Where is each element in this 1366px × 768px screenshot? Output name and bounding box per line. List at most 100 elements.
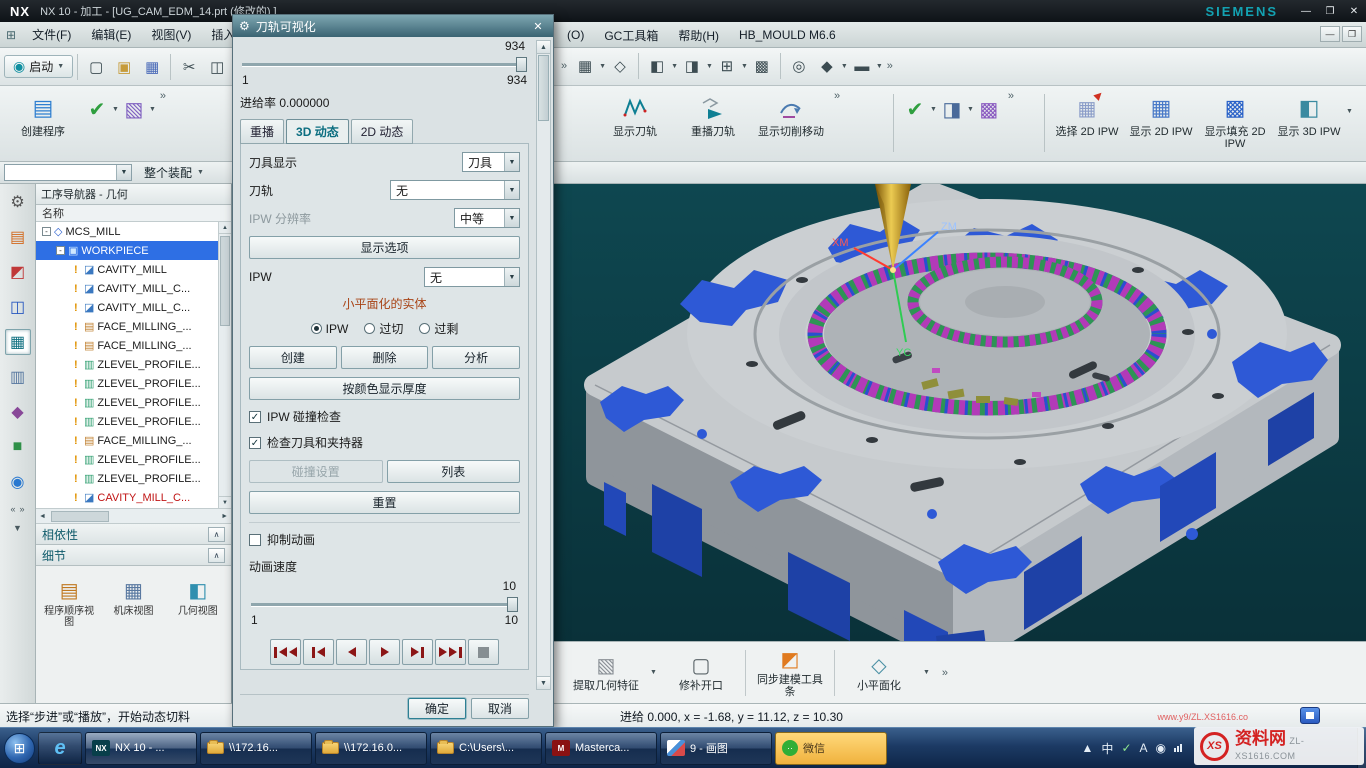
- radio-ipw[interactable]: IPW: [311, 320, 349, 337]
- close-icon[interactable]: ✕: [1342, 3, 1366, 19]
- internet-explorer-button[interactable]: e: [38, 732, 82, 765]
- verify-toolpath-icon[interactable]: ▧: [119, 94, 149, 124]
- scroll-down-icon[interactable]: ▼: [537, 676, 550, 689]
- selection-filter-input[interactable]: ▼: [4, 164, 132, 181]
- dialog-scrollbar[interactable]: ▲ ▼: [536, 40, 551, 690]
- ruler-icon[interactable]: ▬: [849, 53, 875, 79]
- show-cut-moves-button[interactable]: 显示切削移动: [752, 90, 830, 138]
- play-forward-button[interactable]: [369, 639, 400, 665]
- tree-row-operation[interactable]: ! ▤ FACE_MILLING_...: [36, 317, 218, 336]
- create-button[interactable]: 创建: [249, 346, 337, 369]
- thickness-by-color-button[interactable]: 按颜色显示厚度: [249, 377, 520, 400]
- menu-window[interactable]: (O): [557, 22, 594, 48]
- tree-row-operation[interactable]: ! ◪ CAVITY_MILL: [36, 260, 218, 279]
- extract-geometry-button[interactable]: ▧ 提取几何特征: [570, 653, 642, 692]
- window-layout-icon[interactable]: ⊞: [714, 53, 740, 79]
- scroll-left-icon[interactable]: ◄: [36, 513, 49, 520]
- menu-edit[interactable]: 编辑(E): [81, 22, 141, 47]
- list-button[interactable]: 列表: [387, 460, 521, 483]
- tree-row-mcs-mill[interactable]: - ◇ MCS_MILL: [36, 222, 218, 241]
- measure-icon[interactable]: ◎: [786, 53, 812, 79]
- machine-tool-navigator-icon[interactable]: ▥: [5, 364, 31, 390]
- scroll-up-icon[interactable]: ▲: [219, 222, 231, 234]
- delete-button[interactable]: 删除: [341, 346, 429, 369]
- hidden-icons-icon[interactable]: ▲: [1082, 741, 1094, 755]
- show-2d-ipw-button[interactable]: ▦ 显示 2D IPW: [1124, 90, 1198, 138]
- step-back-button[interactable]: [303, 639, 334, 665]
- toolbar-overflow-icon[interactable]: »: [883, 60, 897, 72]
- child-restore-icon[interactable]: ❐: [1342, 26, 1362, 42]
- tree-row-operation[interactable]: ! ▥ ZLEVEL_PROFILE...: [36, 450, 218, 469]
- dialog-close-icon[interactable]: ✕: [529, 18, 547, 34]
- child-minimize-icon[interactable]: —: [1320, 26, 1340, 42]
- taskbar-button-nx[interactable]: NX NX 10 - ...: [85, 732, 197, 765]
- taskbar-button-users-folder[interactable]: C:\Users\...: [430, 732, 542, 765]
- new-file-icon[interactable]: ▢: [83, 54, 109, 80]
- replay-toolpath-button[interactable]: 重播刀轨: [674, 90, 752, 138]
- slider-handle[interactable]: [507, 597, 518, 612]
- scrollbar-thumb[interactable]: [51, 511, 109, 522]
- scroll-right-icon[interactable]: ►: [218, 513, 231, 520]
- tree-row-operation[interactable]: ! ◪ CAVITY_MILL_C...: [36, 298, 218, 317]
- patch-openings-button[interactable]: ▢ 修补开口: [665, 653, 737, 692]
- network-icon[interactable]: [1174, 744, 1182, 752]
- suppress-animation-row[interactable]: 抑制动画: [249, 531, 520, 548]
- input-method-icon[interactable]: 中: [1101, 740, 1113, 757]
- tree-vertical-scrollbar[interactable]: ▲ ▼: [218, 222, 231, 508]
- ipw-dropdown[interactable]: 无 ▼: [424, 267, 520, 287]
- menu-help[interactable]: 帮助(H): [668, 22, 729, 48]
- restore-icon[interactable]: ❐: [1318, 3, 1342, 19]
- cancel-button[interactable]: 取消: [471, 698, 529, 719]
- expand-right-icon[interactable]: »: [20, 504, 25, 514]
- radio-excess[interactable]: 过剩: [419, 320, 458, 337]
- machine-tool-view-button[interactable]: ▦ 机床视图: [106, 578, 160, 617]
- toolpath-dropdown[interactable]: 无 ▼: [390, 180, 520, 200]
- chevron-up-icon[interactable]: ∧: [208, 527, 225, 542]
- create-program-button[interactable]: ▤ 创建程序: [4, 90, 82, 138]
- checkbox-unchecked-icon[interactable]: [249, 534, 261, 546]
- show-toolpath-button[interactable]: 显示刀轨: [596, 90, 674, 138]
- ok-button[interactable]: 确定: [408, 698, 466, 719]
- column-header-name[interactable]: 名称: [36, 205, 231, 222]
- go-to-end-button[interactable]: [435, 639, 466, 665]
- details-panel-header[interactable]: 细节 ∧: [36, 545, 231, 566]
- scrollbar-thumb[interactable]: [220, 236, 230, 326]
- analysis-icon[interactable]: ◆: [814, 53, 840, 79]
- tree-row-operation[interactable]: ! ▥ ZLEVEL_PROFILE...: [36, 374, 218, 393]
- analyze-button[interactable]: 分析: [432, 346, 520, 369]
- start-orb-button[interactable]: ⊞: [4, 733, 35, 764]
- language-icon[interactable]: A: [1140, 741, 1148, 755]
- check-tool-holder-row[interactable]: ✓ 检查刀具和夹持器: [249, 434, 520, 451]
- checkbox-checked-icon[interactable]: ✓: [249, 411, 261, 423]
- toolbar-overflow-icon[interactable]: »: [830, 90, 844, 102]
- motion-slider[interactable]: [242, 57, 527, 72]
- collapse-left-icon[interactable]: «: [10, 504, 15, 514]
- save-icon[interactable]: ▦: [139, 54, 165, 80]
- program-order-view-button[interactable]: ▤ 程序顺序视图: [42, 578, 96, 628]
- palette-icon[interactable]: ▩: [749, 53, 775, 79]
- taskbar-button-mastercam[interactable]: M Masterca...: [545, 732, 657, 765]
- tree-row-operation[interactable]: ! ▥ ZLEVEL_PROFILE...: [36, 469, 218, 488]
- tree-row-operation[interactable]: ! ▤ FACE_MILLING_...: [36, 336, 218, 355]
- taskbar-button-share2[interactable]: \\172.16.0...: [315, 732, 427, 765]
- update-icon[interactable]: ◉: [1156, 741, 1166, 755]
- resource-options-icon[interactable]: ⚙: [5, 189, 31, 215]
- tree-row-operation[interactable]: ! ▥ ZLEVEL_PROFILE...: [36, 412, 218, 431]
- tab-replay[interactable]: 重播: [240, 119, 284, 144]
- menu-gc-toolbox[interactable]: GC工具箱: [594, 22, 668, 48]
- status-indicator-icon[interactable]: [1300, 707, 1320, 724]
- checkbox-checked-icon[interactable]: ✓: [249, 437, 261, 449]
- operation-navigator-icon[interactable]: ▦: [5, 329, 31, 355]
- radio-gouge[interactable]: 过切: [364, 320, 403, 337]
- scroll-up-icon[interactable]: ▲: [537, 41, 550, 54]
- more-tabs-icon[interactable]: ▼: [13, 523, 22, 533]
- minimize-icon[interactable]: —: [1294, 3, 1318, 19]
- taskbar-button-share1[interactable]: \\172.16...: [200, 732, 312, 765]
- toolbar-overflow-icon[interactable]: »: [557, 60, 571, 72]
- show-3d-ipw-button[interactable]: ◧ 显示 3D IPW: [1272, 90, 1346, 138]
- constraint-navigator-icon[interactable]: ◩: [5, 259, 31, 285]
- view-orient-icon[interactable]: ◧: [644, 53, 670, 79]
- tree-row-operation[interactable]: ! ▥ ZLEVEL_PROFILE...: [36, 393, 218, 412]
- reset-button[interactable]: 重置: [249, 491, 520, 514]
- machine-sim-icon[interactable]: ◨: [937, 94, 967, 124]
